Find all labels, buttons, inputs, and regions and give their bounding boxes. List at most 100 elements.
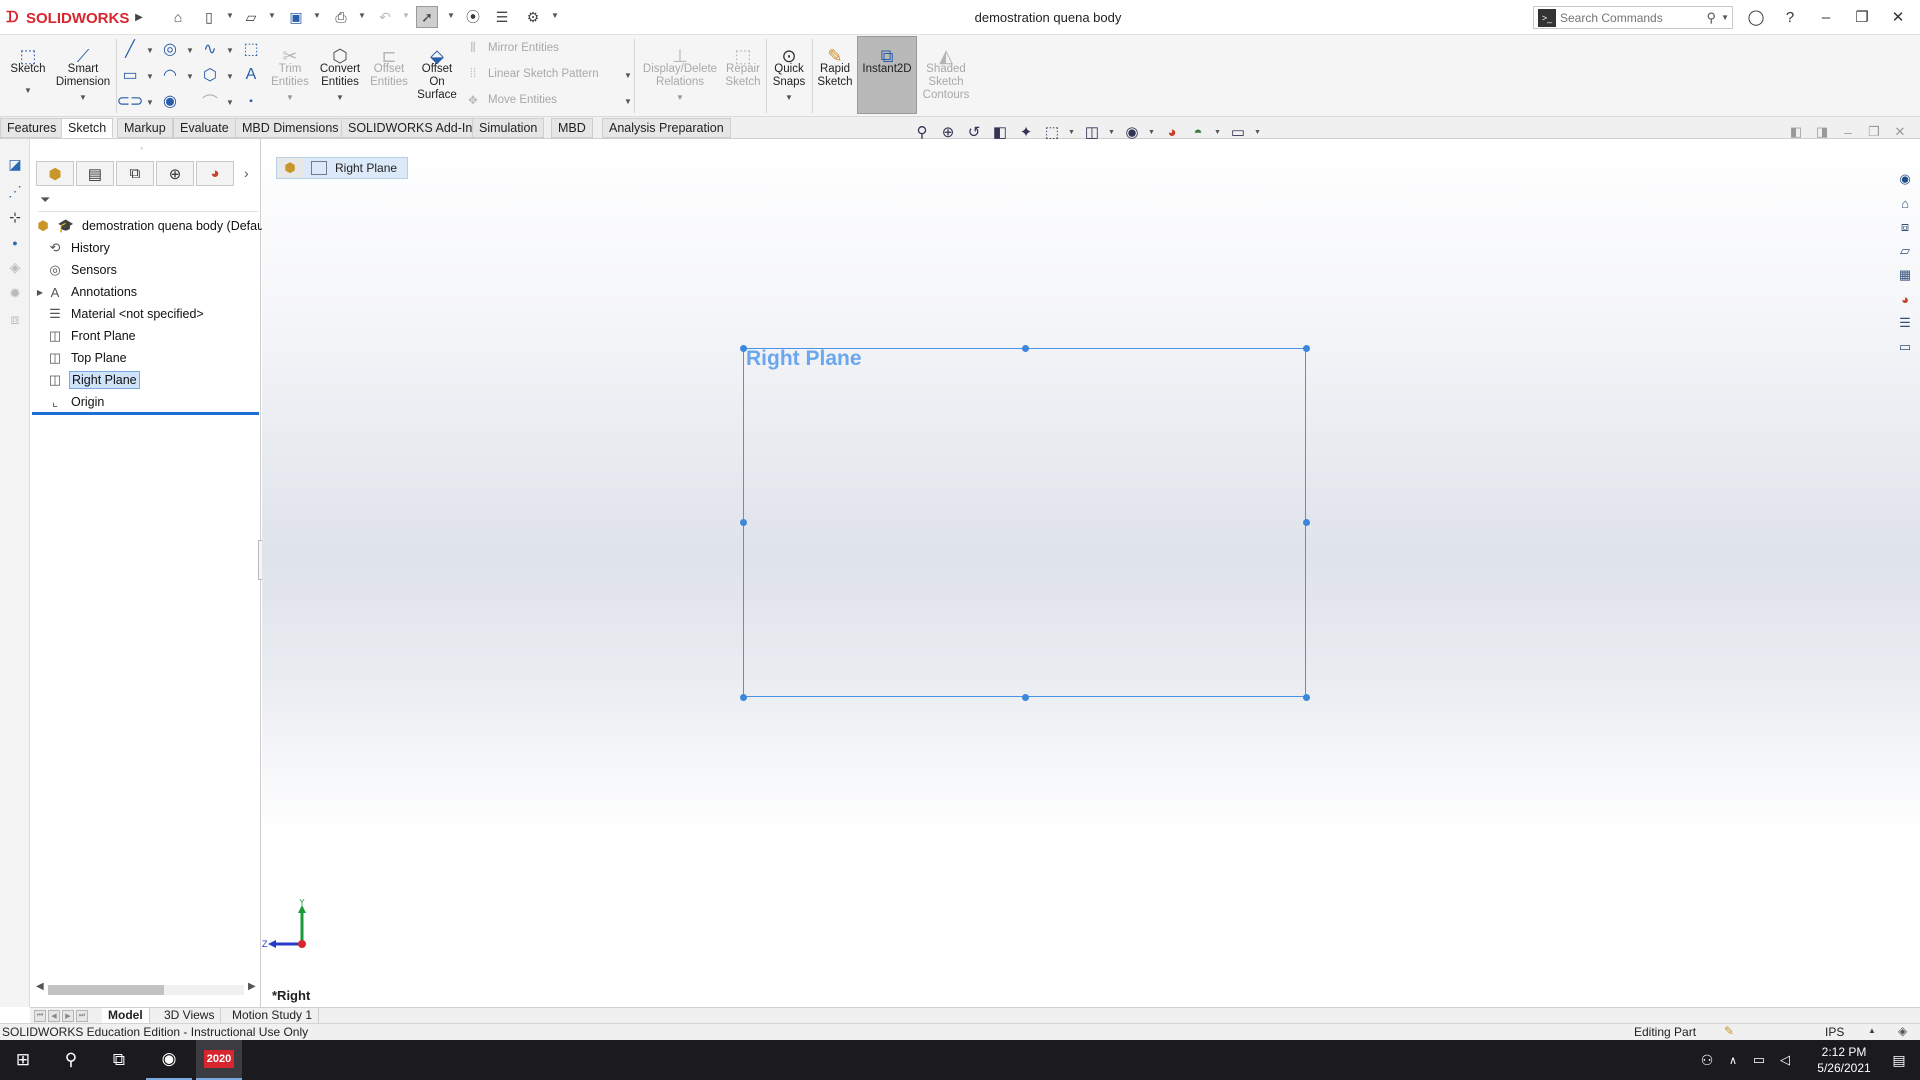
chrome-icon[interactable]: ◉ [146, 1040, 192, 1080]
plane-handle[interactable] [1303, 694, 1310, 701]
block-icon[interactable]: ⧈ [5, 309, 25, 329]
fillet-dropdown-icon[interactable]: ▼ [226, 98, 234, 107]
sketch-plane-icon[interactable]: ◪ [5, 154, 25, 174]
new-document-icon[interactable]: ▯ [198, 6, 220, 28]
arc-icon[interactable]: ◠ [159, 64, 181, 86]
plane-handle[interactable] [740, 345, 747, 352]
linear-sketch-pattern-button[interactable]: ⁞⁞ Linear Sketch Pattern [464, 63, 599, 85]
last-tab-icon[interactable]: ⏭ [76, 1010, 88, 1022]
centerline-icon[interactable]: ⋰ [5, 181, 25, 201]
tree-item-annotations[interactable]: ▶ A Annotations [34, 282, 139, 302]
graphics-area[interactable]: ⬢ Right Plane Right Plane Y Z *Right [262, 139, 1920, 1007]
home-icon[interactable]: ⌂ [1895, 193, 1915, 213]
scene-dropdown-icon[interactable]: ▼ [1214, 129, 1221, 136]
custom-properties-icon[interactable]: ☰ [1895, 313, 1915, 333]
open-dropdown-icon[interactable]: ▼ [268, 11, 276, 20]
plane-handle[interactable] [740, 519, 747, 526]
rectangle-icon[interactable]: ▭ [119, 64, 141, 86]
sketch-button[interactable]: ⬚ Sketch ▼ [4, 37, 52, 97]
convert-dropdown-icon[interactable]: ▼ [314, 91, 366, 104]
repair-sketch-button[interactable]: ⬚ Repair Sketch [722, 37, 764, 89]
tree-item-front-plane[interactable]: ◫ Front Plane [34, 326, 138, 346]
file-explorer-icon[interactable]: ▱ [1895, 241, 1915, 261]
smart-dimension-button[interactable]: ⟋ Smart Dimension ▼ [52, 37, 114, 104]
instant2d-button[interactable]: ⧉ Instant2D [857, 36, 917, 114]
shaded-sketch-contours-button[interactable]: ◭ Shaded Sketch Contours [920, 37, 972, 102]
expand-arrow-icon[interactable]: ▶ [34, 288, 46, 297]
help-icon[interactable]: ? [1776, 4, 1804, 30]
arc-dropdown-icon[interactable]: ▼ [186, 72, 194, 81]
quick-snaps-dropdown-icon[interactable]: ▼ [768, 91, 810, 104]
tab-simulation[interactable]: Simulation [472, 118, 545, 138]
fix-icon[interactable]: ✹ [5, 283, 25, 303]
solidworks-taskbar-icon[interactable]: 2020 [196, 1040, 242, 1080]
tree-item-right-plane[interactable]: ◫ Right Plane [34, 370, 140, 390]
search-icon[interactable]: ⚲ [48, 1040, 94, 1080]
close-window-button[interactable]: ✕ [1884, 4, 1912, 30]
construction-geometry-icon[interactable]: ⬚ [240, 38, 262, 60]
tab-motion-study[interactable]: Motion Study 1 [226, 1008, 320, 1024]
tree-item-top-plane[interactable]: ◫ Top Plane [34, 348, 129, 368]
view-orientation-dropdown-icon[interactable]: ▼ [1068, 129, 1075, 136]
rectangle-dropdown-icon[interactable]: ▼ [146, 72, 154, 81]
view-palette-icon[interactable]: ▦ [1895, 265, 1915, 285]
hide-show-dropdown-icon[interactable]: ▼ [1148, 129, 1155, 136]
tab-markup[interactable]: Markup [117, 118, 173, 138]
polygon-dropdown-icon[interactable]: ▼ [226, 72, 234, 81]
restore-window-button[interactable]: ❐ [1848, 4, 1876, 30]
tab-mbd[interactable]: MBD [551, 118, 593, 138]
line-icon[interactable]: ╱ [119, 38, 141, 60]
network-icon[interactable]: ▭ [1746, 1040, 1772, 1080]
rollback-bar[interactable] [32, 412, 259, 415]
tree-root-part[interactable]: ⬢ 🎓 demostration quena body (Defau [34, 216, 266, 236]
plane-handle[interactable] [1022, 694, 1029, 701]
tree-item-material[interactable]: ☰ Material <not specified> [34, 304, 206, 324]
move-entities-button[interactable]: ✥ Move Entities [464, 89, 557, 111]
tab-solidworks-add-ins[interactable]: SOLIDWORKS Add-Ins [341, 118, 486, 138]
polygon-icon[interactable]: ⬡ [199, 64, 221, 86]
select-arrow-icon[interactable]: ➚ [416, 6, 438, 28]
home-icon[interactable]: ⌂ [167, 6, 189, 28]
unit-system[interactable]: IPS [1825, 1025, 1844, 1039]
save-icon[interactable]: ▣ [285, 6, 307, 28]
mirror-entities-button[interactable]: ⫼ Mirror Entities [464, 37, 559, 59]
relation-icon[interactable]: ◈ [5, 257, 25, 277]
tab-model[interactable]: Model [102, 1008, 150, 1024]
view-settings-dropdown-icon[interactable]: ▼ [1254, 129, 1261, 136]
tab-sketch[interactable]: Sketch [61, 118, 114, 138]
tab-mbd-dimensions[interactable]: MBD Dimensions [235, 118, 346, 138]
tray-expand-icon[interactable]: ∧ [1720, 1040, 1746, 1080]
tab-features[interactable]: Features [0, 118, 64, 138]
search-commands-box[interactable]: >_ ⚲ ▼ [1533, 6, 1733, 29]
rebuild-traffic-light-icon[interactable]: ⦿ [462, 6, 484, 28]
display-style-dropdown-icon[interactable]: ▼ [1108, 129, 1115, 136]
select-dropdown-icon[interactable]: ▼ [447, 11, 455, 20]
save-dropdown-icon[interactable]: ▼ [313, 11, 321, 20]
forum-icon[interactable]: ▭ [1895, 337, 1915, 357]
undo-icon[interactable]: ↶ [374, 6, 396, 28]
relations-dropdown-icon[interactable]: ▼ [640, 91, 720, 104]
slot-icon[interactable]: ⊂⊃ [117, 90, 144, 112]
configuration-manager-tab[interactable]: ⧉ [116, 161, 154, 186]
line-dropdown-icon[interactable]: ▼ [146, 46, 154, 55]
tray-clock[interactable]: 2:12 PM 5/26/2021 [1808, 1044, 1880, 1076]
tree-item-origin[interactable]: ⌞ Origin [34, 392, 106, 412]
options-dropdown-icon[interactable]: ▼ [551, 11, 559, 20]
offset-entities-button[interactable]: ⊏ Offset Entities [368, 37, 410, 89]
trim-entities-button[interactable]: ✂ Trim Entities ▼ [268, 37, 312, 104]
scrollbar-thumb[interactable] [48, 985, 164, 995]
new-dropdown-icon[interactable]: ▼ [226, 11, 234, 20]
notifications-icon[interactable]: ▤ [1876, 1040, 1920, 1080]
appearances-icon[interactable]: ◕ [1895, 289, 1915, 309]
print-icon[interactable]: ⎙ [330, 6, 352, 28]
scroll-left-arrow-icon[interactable]: ◀ [36, 981, 44, 992]
pattern-dropdown-icon[interactable]: ▼ [624, 71, 632, 80]
slot-dropdown-icon[interactable]: ▼ [146, 98, 154, 107]
plane-handle[interactable] [740, 694, 747, 701]
sketch-point-icon[interactable]: ● [5, 233, 25, 253]
point-icon[interactable]: ◉ [159, 90, 181, 112]
trim-dropdown-icon[interactable]: ▼ [268, 91, 312, 104]
tab-analysis-preparation[interactable]: Analysis Preparation [602, 118, 731, 138]
volume-icon[interactable]: ◁ [1772, 1040, 1798, 1080]
smart-dimension-dropdown-icon[interactable]: ▼ [52, 91, 114, 104]
